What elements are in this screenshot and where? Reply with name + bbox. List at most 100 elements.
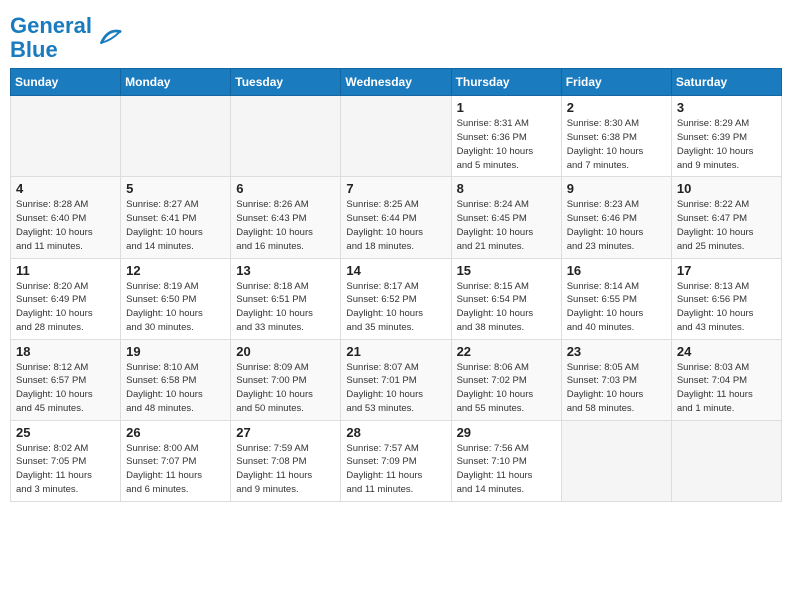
day-info: Sunrise: 8:24 AM Sunset: 6:45 PM Dayligh…: [457, 198, 556, 253]
weekday-header-thursday: Thursday: [451, 69, 561, 96]
weekday-header-friday: Friday: [561, 69, 671, 96]
calendar-cell: 10 Sunrise: 8:22 AM Sunset: 6:47 PM Dayli…: [671, 177, 781, 258]
day-number: 29: [457, 425, 556, 440]
day-info: Sunrise: 8:18 AM Sunset: 6:51 PM Dayligh…: [236, 280, 335, 335]
page-header: General Blue: [10, 10, 782, 62]
calendar-week-5: 25 Sunrise: 8:02 AM Sunset: 7:05 PM Dayli…: [11, 420, 782, 501]
day-info: Sunrise: 8:13 AM Sunset: 6:56 PM Dayligh…: [677, 280, 776, 335]
calendar-week-2: 4 Sunrise: 8:28 AM Sunset: 6:40 PM Daylig…: [11, 177, 782, 258]
calendar-cell: 22 Sunrise: 8:06 AM Sunset: 7:02 PM Dayli…: [451, 339, 561, 420]
calendar-cell: 6 Sunrise: 8:26 AM Sunset: 6:43 PM Daylig…: [231, 177, 341, 258]
day-number: 25: [16, 425, 115, 440]
weekday-header-row: SundayMondayTuesdayWednesdayThursdayFrid…: [11, 69, 782, 96]
day-info: Sunrise: 7:59 AM Sunset: 7:08 PM Dayligh…: [236, 442, 335, 497]
calendar-week-1: 1 Sunrise: 8:31 AM Sunset: 6:36 PM Daylig…: [11, 96, 782, 177]
day-number: 23: [567, 344, 666, 359]
day-number: 12: [126, 263, 225, 278]
logo-text: General Blue: [10, 14, 92, 62]
weekday-header-monday: Monday: [121, 69, 231, 96]
day-number: 11: [16, 263, 115, 278]
weekday-header-sunday: Sunday: [11, 69, 121, 96]
calendar-cell: 13 Sunrise: 8:18 AM Sunset: 6:51 PM Dayli…: [231, 258, 341, 339]
day-info: Sunrise: 8:26 AM Sunset: 6:43 PM Dayligh…: [236, 198, 335, 253]
calendar-cell: 19 Sunrise: 8:10 AM Sunset: 6:58 PM Dayli…: [121, 339, 231, 420]
day-number: 28: [346, 425, 445, 440]
day-info: Sunrise: 8:09 AM Sunset: 7:00 PM Dayligh…: [236, 361, 335, 416]
day-number: 20: [236, 344, 335, 359]
day-number: 10: [677, 181, 776, 196]
calendar-cell: 28 Sunrise: 7:57 AM Sunset: 7:09 PM Dayli…: [341, 420, 451, 501]
day-number: 22: [457, 344, 556, 359]
day-number: 6: [236, 181, 335, 196]
logo-blue: Blue: [10, 37, 58, 62]
day-info: Sunrise: 8:15 AM Sunset: 6:54 PM Dayligh…: [457, 280, 556, 335]
day-number: 5: [126, 181, 225, 196]
calendar-cell: 25 Sunrise: 8:02 AM Sunset: 7:05 PM Dayli…: [11, 420, 121, 501]
day-info: Sunrise: 8:10 AM Sunset: 6:58 PM Dayligh…: [126, 361, 225, 416]
calendar-cell: 14Sunrise: 8:17 AM Sunset: 6:52 PM Dayli…: [341, 258, 451, 339]
day-number: 8: [457, 181, 556, 196]
calendar-cell: 4 Sunrise: 8:28 AM Sunset: 6:40 PM Daylig…: [11, 177, 121, 258]
logo-icon: [94, 24, 122, 52]
calendar-cell: [561, 420, 671, 501]
day-info: Sunrise: 8:02 AM Sunset: 7:05 PM Dayligh…: [16, 442, 115, 497]
day-info: Sunrise: 8:27 AM Sunset: 6:41 PM Dayligh…: [126, 198, 225, 253]
calendar-cell: 11 Sunrise: 8:20 AM Sunset: 6:49 PM Dayli…: [11, 258, 121, 339]
calendar-cell: [231, 96, 341, 177]
day-info: Sunrise: 8:00 AM Sunset: 7:07 PM Dayligh…: [126, 442, 225, 497]
day-number: 17: [677, 263, 776, 278]
calendar-cell: 15 Sunrise: 8:15 AM Sunset: 6:54 PM Dayli…: [451, 258, 561, 339]
day-info: Sunrise: 8:30 AM Sunset: 6:38 PM Dayligh…: [567, 117, 666, 172]
day-info: Sunrise: 8:03 AM Sunset: 7:04 PM Dayligh…: [677, 361, 776, 416]
calendar-cell: 29 Sunrise: 7:56 AM Sunset: 7:10 PM Dayli…: [451, 420, 561, 501]
day-info: Sunrise: 8:28 AM Sunset: 6:40 PM Dayligh…: [16, 198, 115, 253]
day-info: Sunrise: 7:57 AM Sunset: 7:09 PM Dayligh…: [346, 442, 445, 497]
day-info: Sunrise: 8:14 AM Sunset: 6:55 PM Dayligh…: [567, 280, 666, 335]
day-info: Sunrise: 8:22 AM Sunset: 6:47 PM Dayligh…: [677, 198, 776, 253]
day-info: Sunrise: 8:06 AM Sunset: 7:02 PM Dayligh…: [457, 361, 556, 416]
day-info: Sunrise: 8:20 AM Sunset: 6:49 PM Dayligh…: [16, 280, 115, 335]
day-number: 2: [567, 100, 666, 115]
day-info: Sunrise: 8:23 AM Sunset: 6:46 PM Dayligh…: [567, 198, 666, 253]
calendar-cell: 1 Sunrise: 8:31 AM Sunset: 6:36 PM Daylig…: [451, 96, 561, 177]
calendar-cell: 26Sunrise: 8:00 AM Sunset: 7:07 PM Dayli…: [121, 420, 231, 501]
calendar-week-3: 11 Sunrise: 8:20 AM Sunset: 6:49 PM Dayli…: [11, 258, 782, 339]
weekday-header-saturday: Saturday: [671, 69, 781, 96]
day-info: Sunrise: 7:56 AM Sunset: 7:10 PM Dayligh…: [457, 442, 556, 497]
calendar-week-4: 18 Sunrise: 8:12 AM Sunset: 6:57 PM Dayli…: [11, 339, 782, 420]
day-info: Sunrise: 8:29 AM Sunset: 6:39 PM Dayligh…: [677, 117, 776, 172]
weekday-header-wednesday: Wednesday: [341, 69, 451, 96]
day-number: 15: [457, 263, 556, 278]
day-number: 27: [236, 425, 335, 440]
day-number: 13: [236, 263, 335, 278]
calendar-cell: 9 Sunrise: 8:23 AM Sunset: 6:46 PM Daylig…: [561, 177, 671, 258]
day-number: 18: [16, 344, 115, 359]
calendar-cell: [341, 96, 451, 177]
day-info: Sunrise: 8:12 AM Sunset: 6:57 PM Dayligh…: [16, 361, 115, 416]
calendar-cell: 24Sunrise: 8:03 AM Sunset: 7:04 PM Dayli…: [671, 339, 781, 420]
calendar-cell: [11, 96, 121, 177]
calendar-cell: 2 Sunrise: 8:30 AM Sunset: 6:38 PM Daylig…: [561, 96, 671, 177]
weekday-header-tuesday: Tuesday: [231, 69, 341, 96]
day-number: 9: [567, 181, 666, 196]
day-number: 7: [346, 181, 445, 196]
day-info: Sunrise: 8:31 AM Sunset: 6:36 PM Dayligh…: [457, 117, 556, 172]
day-info: Sunrise: 8:25 AM Sunset: 6:44 PM Dayligh…: [346, 198, 445, 253]
day-number: 19: [126, 344, 225, 359]
day-number: 3: [677, 100, 776, 115]
day-number: 4: [16, 181, 115, 196]
calendar-cell: 27 Sunrise: 7:59 AM Sunset: 7:08 PM Dayli…: [231, 420, 341, 501]
calendar-cell: 3 Sunrise: 8:29 AM Sunset: 6:39 PM Daylig…: [671, 96, 781, 177]
day-info: Sunrise: 8:19 AM Sunset: 6:50 PM Dayligh…: [126, 280, 225, 335]
calendar-cell: [671, 420, 781, 501]
calendar-cell: 23 Sunrise: 8:05 AM Sunset: 7:03 PM Dayli…: [561, 339, 671, 420]
day-number: 1: [457, 100, 556, 115]
logo: General Blue: [10, 14, 122, 62]
day-info: Sunrise: 8:17 AM Sunset: 6:52 PM Dayligh…: [346, 280, 445, 335]
calendar-cell: 12 Sunrise: 8:19 AM Sunset: 6:50 PM Dayli…: [121, 258, 231, 339]
day-info: Sunrise: 8:07 AM Sunset: 7:01 PM Dayligh…: [346, 361, 445, 416]
calendar-cell: 20 Sunrise: 8:09 AM Sunset: 7:00 PM Dayli…: [231, 339, 341, 420]
calendar-cell: 7 Sunrise: 8:25 AM Sunset: 6:44 PM Daylig…: [341, 177, 451, 258]
calendar-cell: 18 Sunrise: 8:12 AM Sunset: 6:57 PM Dayli…: [11, 339, 121, 420]
day-info: Sunrise: 8:05 AM Sunset: 7:03 PM Dayligh…: [567, 361, 666, 416]
